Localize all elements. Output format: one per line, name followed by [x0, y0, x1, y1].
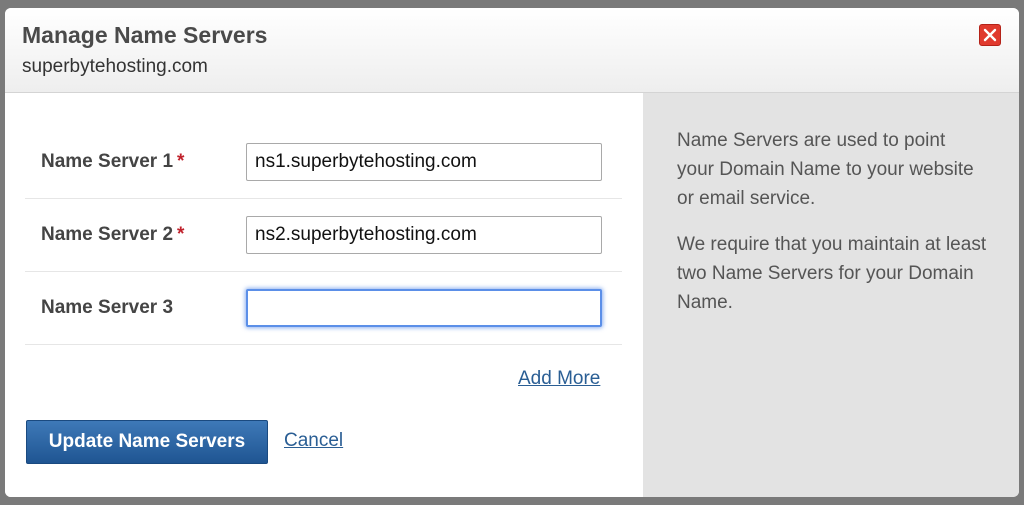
help-text-requirement: We require that you maintain at least tw…	[677, 234, 987, 313]
domain-name: superbytehosting.com	[22, 56, 208, 77]
name-server-form: Name Server 1* Name Server 2* Name Serve…	[5, 93, 643, 497]
add-more-link[interactable]: Add More	[518, 368, 600, 390]
name-server-2-label: Name Server 2 *	[41, 224, 185, 245]
required-marker: *	[177, 224, 185, 245]
name-server-3-label: Name Server 3	[41, 297, 174, 318]
manage-name-servers-dialog: Manage Name Servers superbytehosting.com…	[5, 8, 1019, 497]
cancel-link[interactable]: Cancel	[284, 430, 343, 452]
name-server-2-input[interactable]	[246, 216, 602, 254]
name-server-row-1: Name Server 1 *	[25, 125, 622, 199]
dialog-header: Manage Name Servers superbytehosting.com	[5, 8, 1019, 93]
close-icon	[983, 28, 997, 42]
update-name-servers-button[interactable]: Update Name Servers	[26, 420, 268, 464]
name-server-1-input[interactable]	[246, 143, 602, 181]
required-marker: *	[177, 151, 185, 172]
name-server-3-input[interactable]	[246, 289, 602, 327]
help-text-purpose: Name Servers are used to point your Doma…	[677, 130, 974, 209]
name-server-row-2: Name Server 2 *	[25, 198, 622, 272]
dialog-title: Manage Name Servers	[22, 22, 268, 48]
close-button[interactable]	[979, 24, 1001, 46]
name-server-row-3: Name Server 3	[25, 271, 622, 345]
name-server-1-label: Name Server 1 *	[41, 151, 185, 172]
help-panel: Name Servers are used to point your Doma…	[643, 93, 1019, 497]
